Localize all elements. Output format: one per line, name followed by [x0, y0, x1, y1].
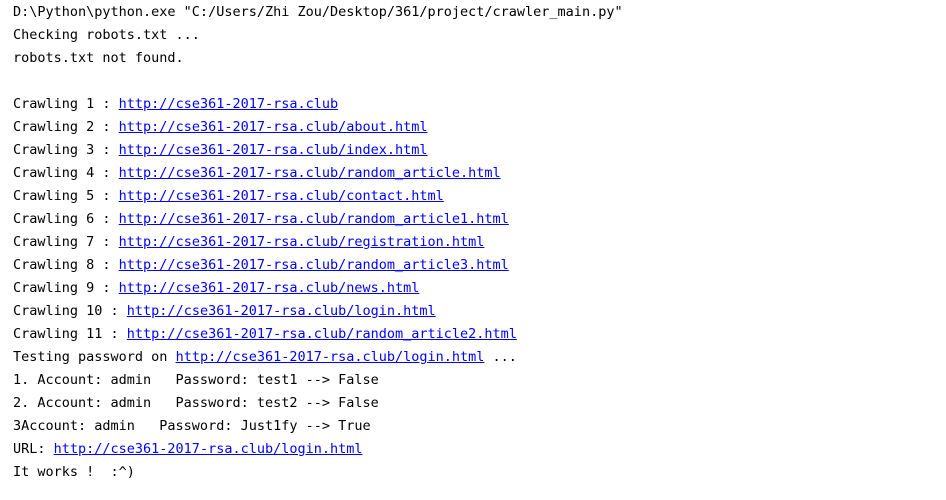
console-line: robots.txt not found. [13, 47, 946, 70]
console-text: Checking robots.txt ... [13, 27, 200, 43]
url-link[interactable]: http://cse361-2017-rsa.club/login.html [127, 303, 436, 319]
console-line: Crawling 7 : http://cse361-2017-rsa.club… [13, 231, 946, 254]
console-line: Testing password on http://cse361-2017-r… [13, 346, 946, 369]
console-text: 1. Account: admin Password: test1 --> Fa… [13, 372, 379, 388]
console-line: D:\Python\python.exe "C:/Users/Zhi Zou/D… [13, 1, 946, 24]
url-link[interactable]: http://cse361-2017-rsa.club/contact.html [119, 188, 444, 204]
console-text: Crawling 9 : [13, 280, 119, 296]
url-link[interactable]: http://cse361-2017-rsa.club/random_artic… [127, 326, 517, 342]
console-text: Crawling 6 : [13, 211, 119, 227]
console-text: Crawling 10 : [13, 303, 127, 319]
console-line: Crawling 11 : http://cse361-2017-rsa.clu… [13, 323, 946, 346]
console-line: Crawling 6 : http://cse361-2017-rsa.club… [13, 208, 946, 231]
console-line: It works ! :^) [13, 461, 946, 484]
console-text: Crawling 5 : [13, 188, 119, 204]
console-text: Crawling 11 : [13, 326, 127, 342]
url-link[interactable]: http://cse361-2017-rsa.club/login.html [54, 441, 363, 457]
console-text: Crawling 3 : [13, 142, 119, 158]
console-text: 3Account: admin Password: Just1fy --> Tr… [13, 418, 371, 434]
console-line: Crawling 4 : http://cse361-2017-rsa.club… [13, 162, 946, 185]
console-text: 2. Account: admin Password: test2 --> Fa… [13, 395, 379, 411]
url-link[interactable]: http://cse361-2017-rsa.club/random_artic… [119, 257, 509, 273]
console-output: D:\Python\python.exe "C:/Users/Zhi Zou/D… [0, 0, 946, 500]
console-line: 2. Account: admin Password: test2 --> Fa… [13, 392, 946, 415]
console-line: URL: http://cse361-2017-rsa.club/login.h… [13, 438, 946, 461]
url-link[interactable]: http://cse361-2017-rsa.club [119, 96, 338, 112]
url-link[interactable]: http://cse361-2017-rsa.club/random_artic… [119, 211, 509, 227]
url-link[interactable]: http://cse361-2017-rsa.club/registration… [119, 234, 485, 250]
url-link[interactable]: http://cse361-2017-rsa.club/about.html [119, 119, 428, 135]
console-text: Testing password on [13, 349, 176, 365]
console-line: 3Account: admin Password: Just1fy --> Tr… [13, 415, 946, 438]
console-text: robots.txt not found. [13, 50, 184, 66]
console-text: Crawling 4 : [13, 165, 119, 181]
console-line: Crawling 8 : http://cse361-2017-rsa.club… [13, 254, 946, 277]
console-text: Crawling 2 : [13, 119, 119, 135]
console-text: Crawling 7 : [13, 234, 119, 250]
console-text: Crawling 1 : [13, 96, 119, 112]
console-line: Crawling 10 : http://cse361-2017-rsa.clu… [13, 300, 946, 323]
console-line: Crawling 5 : http://cse361-2017-rsa.club… [13, 185, 946, 208]
console-line: Checking robots.txt ... [13, 24, 946, 47]
console-line: Crawling 9 : http://cse361-2017-rsa.club… [13, 277, 946, 300]
url-link[interactable]: http://cse361-2017-rsa.club/news.html [119, 280, 420, 296]
console-line: Crawling 2 : http://cse361-2017-rsa.club… [13, 116, 946, 139]
console-line: Crawling 3 : http://cse361-2017-rsa.club… [13, 139, 946, 162]
url-link[interactable]: http://cse361-2017-rsa.club/random_artic… [119, 165, 501, 181]
console-line: 1. Account: admin Password: test1 --> Fa… [13, 369, 946, 392]
console-text: ... [484, 349, 517, 365]
url-link[interactable]: http://cse361-2017-rsa.club/login.html [176, 349, 485, 365]
console-text: It works ! :^) [13, 464, 135, 480]
console-text: Crawling 8 : [13, 257, 119, 273]
console-text: D:\Python\python.exe "C:/Users/Zhi Zou/D… [13, 4, 623, 20]
url-link[interactable]: http://cse361-2017-rsa.club/index.html [119, 142, 428, 158]
console-line: Crawling 1 : http://cse361-2017-rsa.club [13, 93, 946, 116]
console-text: URL: [13, 441, 54, 457]
